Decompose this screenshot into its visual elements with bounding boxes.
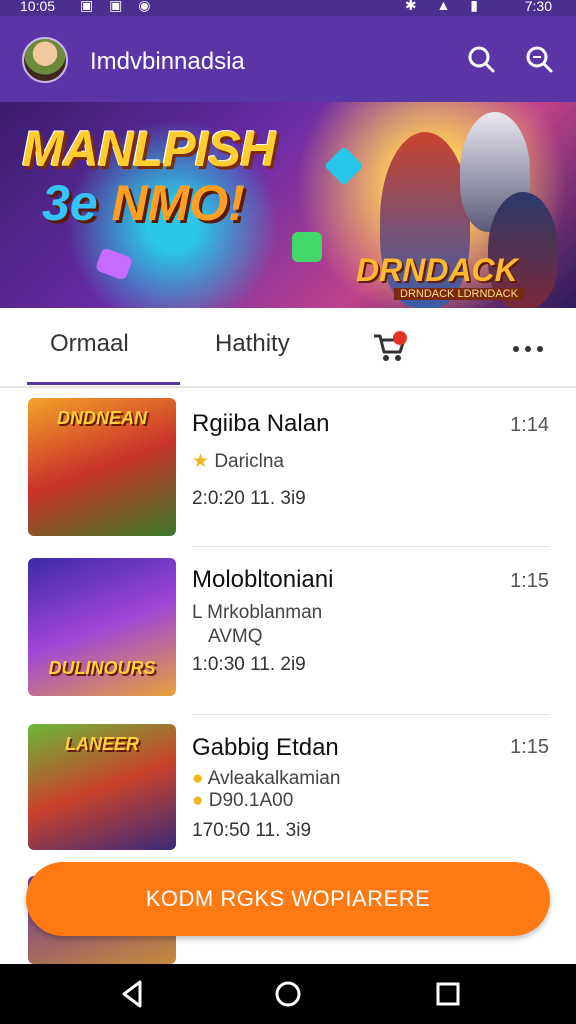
game-thumbnail: DULINOURS — [28, 558, 176, 696]
item-subtitle-text: Dariclna — [214, 451, 285, 472]
item-title: Gabbig Etdan — [192, 734, 339, 761]
gem-icon — [292, 232, 322, 262]
divider — [192, 546, 550, 547]
app-bar: Imdvbinnadsia — [0, 16, 576, 102]
promo-banner[interactable]: MANLPISH 3e NMO! DRNDACK DRNDACK LDRNDAC… — [0, 102, 576, 308]
system-icons: ✱ ▲ ▮ — [404, 0, 486, 13]
star-icon: ★ — [192, 451, 215, 472]
chat-search-icon[interactable] — [524, 44, 554, 74]
notification-icons: ▣ ▣ ◉ — [80, 0, 157, 13]
item-subtitle: ★ Dariclna — [192, 450, 284, 473]
item-subtitle: L Mrkoblanman — [192, 602, 323, 623]
list-item[interactable]: DULINOURS Molobltoniani L Mrkoblanman AV… — [0, 554, 576, 720]
game-thumbnail: DNDNEAN — [28, 398, 176, 536]
cart-notification-icon[interactable] — [372, 330, 412, 364]
item-time: 1:15 — [510, 570, 549, 592]
thumbnail-title: DULINOURS — [48, 658, 156, 678]
thumbnail-title: DNDNEAN — [57, 408, 147, 428]
item-subtitle-text: Avleakalkamian — [207, 768, 341, 789]
item-time: 1:14 — [510, 414, 549, 436]
game-thumbnail: LANEER — [28, 724, 176, 850]
banner-logo-sub: DRNDACK LDRNDACK — [394, 288, 524, 300]
item-subtitle: ● Avleakalkamian — [192, 768, 340, 790]
primary-action-button[interactable]: KODM RGKS WOPIARERE — [26, 862, 550, 936]
item-title: Molobltoniani — [192, 566, 334, 593]
recents-icon[interactable] — [432, 978, 464, 1010]
gem-icon — [94, 247, 134, 281]
item-date: 1:0:30 11. 2i9 — [192, 654, 306, 675]
banner-headline: MANLPISH — [22, 121, 276, 177]
coin-icon: ● — [192, 768, 208, 789]
app-title: Imdvbinnadsia — [90, 48, 245, 75]
more-icon[interactable] — [512, 344, 544, 354]
banner-subline-part2: NMO! — [97, 175, 245, 231]
status-time: 10:05 — [20, 0, 56, 14]
banner-subline: 3e NMO! — [42, 174, 245, 232]
item-subtitle-2-text: D90.1A00 — [208, 790, 294, 811]
item-subtitle-2: AVMQ — [208, 626, 263, 647]
banner-logo: DRNDACK — [356, 252, 518, 288]
status-clock: 7:30 — [524, 0, 552, 14]
thumbnail-title: LANEER — [64, 734, 139, 754]
coin-icon: ● — [192, 790, 209, 811]
item-date: 2:0:20 11. 3i9 — [192, 488, 306, 509]
divider — [192, 714, 550, 715]
item-title: Rgiiba Nalan — [192, 410, 330, 437]
system-nav-bar — [0, 964, 576, 1024]
search-icon[interactable] — [466, 44, 496, 74]
item-subtitle-2: ● D90.1A00 — [192, 790, 293, 812]
tab-ormaal[interactable]: Ormaal — [50, 330, 129, 358]
list-item[interactable]: DNDNEAN Rgiiba Nalan ★ Dariclna 2:0:20 1… — [0, 388, 576, 554]
item-date: 170:50 11. 3i9 — [192, 820, 312, 841]
tab-hathity[interactable]: Hathity — [215, 330, 290, 358]
item-time: 1:15 — [510, 736, 549, 758]
banner-subline-part1: 3e — [42, 175, 98, 231]
home-icon[interactable] — [272, 978, 304, 1010]
avatar[interactable] — [22, 37, 68, 83]
tab-bar: Ormaal Hathity — [0, 308, 576, 388]
status-bar: 10:05 ▣ ▣ ◉ ✱ ▲ ▮ 7:30 — [0, 0, 576, 16]
gem-icon — [324, 146, 364, 186]
back-icon[interactable] — [116, 978, 148, 1010]
tab-indicator — [27, 382, 180, 385]
